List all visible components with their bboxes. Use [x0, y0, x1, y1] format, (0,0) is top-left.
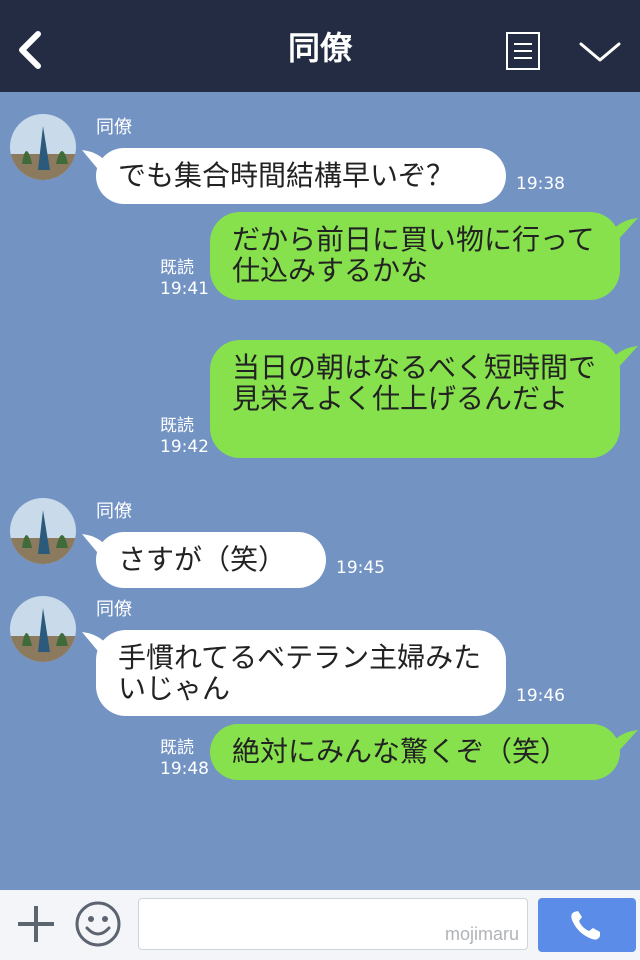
message-bubble-outgoing: だから前日に買い物に行って仕込みするかな: [210, 212, 620, 300]
read-receipt: 既読: [160, 738, 194, 758]
chevron-down-icon[interactable]: [578, 36, 622, 66]
plus-icon[interactable]: [14, 902, 58, 946]
message-time: 19:41: [160, 279, 209, 299]
message-input[interactable]: mojimaru: [138, 898, 528, 950]
avatar[interactable]: [10, 498, 76, 564]
message-time: 19:46: [516, 686, 565, 706]
emoji-icon[interactable]: [74, 900, 122, 948]
message-bubble-outgoing: 絶対にみんな驚くぞ（笑）: [210, 724, 620, 780]
message-time: 19:45: [336, 558, 385, 578]
sender-name: 同僚: [96, 117, 132, 138]
avatar[interactable]: [10, 596, 76, 662]
message-bubble-incoming: でも集合時間結構早いぞ？: [96, 148, 506, 204]
watermark-text: mojimaru: [444, 924, 519, 944]
sender-name: 同僚: [96, 599, 132, 620]
chat-title: 同僚: [287, 29, 352, 67]
message-bubble-outgoing: 当日の朝はなるべく短時間で見栄えよく仕上げるんだよ: [210, 340, 620, 458]
read-receipt: 既読: [160, 416, 194, 436]
sender-name: 同僚: [96, 501, 132, 522]
message-time: 19:42: [160, 437, 209, 457]
avatar[interactable]: [10, 114, 76, 180]
call-button[interactable]: [538, 898, 636, 952]
message-bubble-incoming: 手慣れてるベテラン主婦みたいじゃん: [96, 630, 506, 716]
menu-icon[interactable]: [506, 32, 540, 70]
read-receipt: 既読: [160, 258, 194, 278]
phone-icon: [571, 911, 600, 940]
message-time: 19:38: [516, 174, 565, 194]
message-bubble-incoming: さすが（笑）: [96, 532, 326, 588]
message-time: 19:48: [160, 759, 209, 779]
